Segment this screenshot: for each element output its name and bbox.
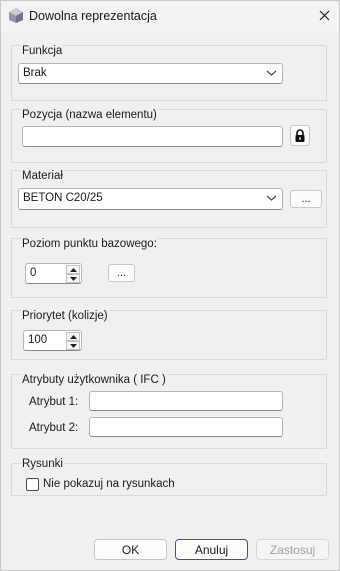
group-label-poziom: Poziom punktu bazowego:	[21, 238, 158, 250]
material-browse-button[interactable]: ...	[290, 190, 322, 208]
group-label-atrybuty: Atrybuty użytkownika ( IFC )	[21, 374, 167, 386]
group-poziom: Poziom punktu bazowego: 0 ...	[11, 238, 327, 298]
close-icon	[319, 10, 329, 20]
poziom-browse-button[interactable]: ...	[108, 264, 135, 282]
close-button[interactable]	[309, 1, 339, 29]
poziom-value: 0	[30, 267, 37, 279]
up-arrow-icon	[69, 334, 77, 339]
priorytet-spinner	[66, 332, 80, 351]
group-label-rysunki: Rysunki	[21, 458, 64, 470]
priorytet-value: 100	[28, 334, 48, 346]
group-priorytet: Priorytet (kolizje) 100	[11, 310, 327, 360]
group-atrybuty: Atrybuty użytkownika ( IFC ) Atrybut 1: …	[11, 374, 327, 449]
dialog-window: Dowolna reprezentacja Funkcja Brak Pozyc…	[0, 0, 340, 571]
up-arrow-icon	[69, 267, 77, 272]
nie-pokazuj-checkbox[interactable]	[26, 478, 39, 491]
poziom-spinbox[interactable]: 0	[25, 263, 82, 284]
lock-icon	[295, 128, 305, 142]
poziom-spinner	[66, 265, 80, 284]
atrybut1-input[interactable]	[89, 391, 283, 411]
funkcja-value: Brak	[23, 67, 47, 79]
group-label-pozycja: Pozycja (nazwa elementu)	[21, 109, 158, 121]
down-arrow-icon	[69, 343, 77, 348]
nie-pokazuj-label[interactable]: Nie pokazuj na rysunkach	[43, 478, 175, 490]
priorytet-spinbox[interactable]: 100	[23, 330, 82, 351]
spin-up-button[interactable]	[66, 332, 80, 341]
group-rysunki: Rysunki Nie pokazuj na rysunkach	[11, 458, 327, 496]
cancel-button[interactable]: Anuluj	[175, 539, 248, 560]
down-arrow-icon	[69, 276, 77, 281]
atrybut2-label: Atrybut 2:	[29, 422, 79, 434]
material-value: BETON C20/25	[23, 192, 103, 204]
spin-down-button[interactable]	[66, 341, 80, 350]
group-pozycja: Pozycja (nazwa elementu)	[11, 109, 327, 163]
atrybut1-label: Atrybut 1:	[29, 396, 79, 408]
ok-button[interactable]: OK	[94, 539, 167, 560]
group-label-material: Materiał	[21, 170, 64, 182]
spin-down-button[interactable]	[66, 274, 80, 283]
chevron-down-icon	[266, 195, 277, 201]
group-funkcja: Funkcja Brak	[11, 45, 327, 101]
title-bar: Dowolna reprezentacja	[1, 1, 339, 31]
material-select[interactable]: BETON C20/25	[18, 188, 283, 210]
spin-up-button[interactable]	[66, 265, 80, 274]
window-title: Dowolna reprezentacja	[29, 9, 157, 23]
chevron-down-icon	[266, 70, 277, 76]
pozycja-input[interactable]	[22, 126, 283, 147]
apply-button[interactable]: Zastosuj	[256, 539, 329, 560]
app-icon	[9, 8, 23, 23]
lock-button[interactable]	[290, 125, 310, 146]
group-material: Materiał BETON C20/25 ...	[11, 170, 327, 228]
group-label-priorytet: Priorytet (kolizje)	[21, 310, 109, 322]
atrybut2-input[interactable]	[89, 417, 283, 437]
funkcja-select[interactable]: Brak	[18, 63, 283, 84]
group-label-funkcja: Funkcja	[21, 45, 64, 57]
